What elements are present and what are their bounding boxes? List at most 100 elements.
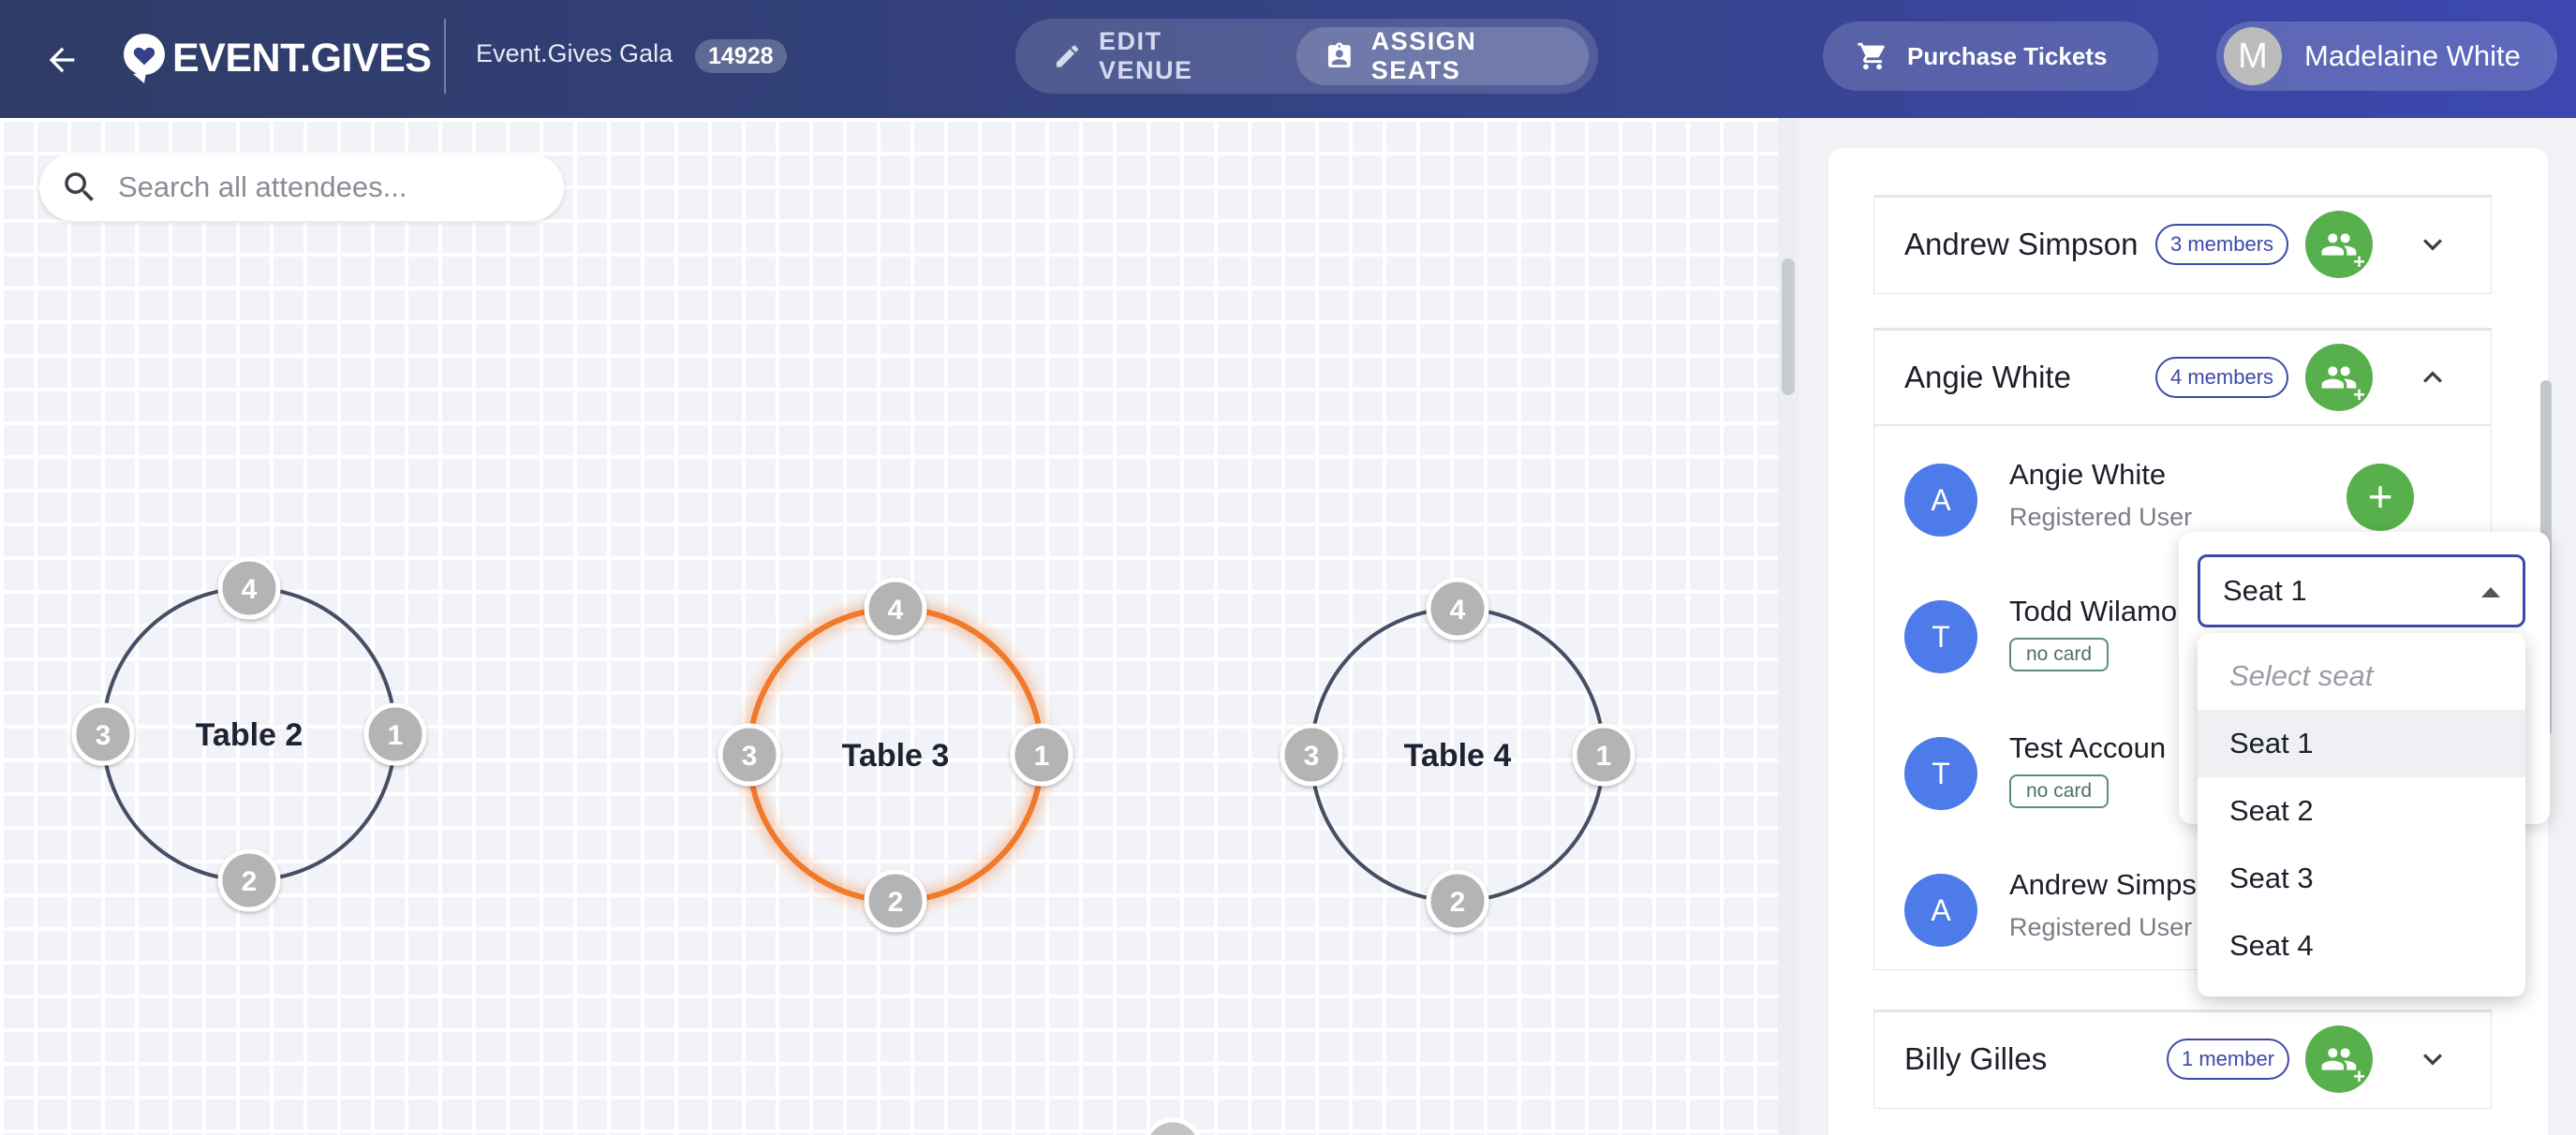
chevron-up-icon (2423, 371, 2442, 383)
seat-4[interactable]: 4 (864, 577, 927, 641)
member-avatar: T (1904, 737, 1977, 810)
group-header[interactable]: Andrew Simpson 3 members + (1874, 198, 2491, 291)
edit-venue-button[interactable]: EDIT VENUE (1025, 27, 1278, 85)
collapse-group-button[interactable] (2406, 351, 2459, 404)
top-bar: EVENT.GIVES Event.Gives Gala 14928 EDIT … (0, 0, 2576, 118)
member-role: Registered User (2009, 913, 2193, 941)
members-badge: 1 member (2167, 1039, 2290, 1080)
add-group-button[interactable]: + (2305, 1025, 2373, 1093)
table-label: Table 2 (196, 717, 303, 753)
seat-1[interactable]: 1 (1572, 723, 1636, 787)
group-header[interactable]: Angie White 4 members + (1874, 331, 2491, 424)
seat-1[interactable]: 1 (363, 702, 427, 766)
pencil-icon (1056, 45, 1079, 67)
heart-pin-icon (124, 34, 165, 83)
plus-icon: + (2353, 1065, 2365, 1088)
event-id-badge: 14928 (695, 39, 787, 73)
seat-option-3[interactable]: Seat 3 (2198, 845, 2525, 912)
seat-number: 1 (1596, 741, 1612, 772)
assign-seat-button[interactable]: + (2347, 464, 2414, 531)
seat-number: 1 (1034, 741, 1050, 772)
group-name: Angie White (1904, 360, 2071, 394)
no-card-badge: no card (2009, 774, 2110, 808)
member-name: Andrew Simps (2009, 868, 2197, 901)
seat-dropdown: Select seat Seat 1 Seat 2 Seat 3 Seat 4 (2198, 633, 2525, 996)
expand-group-button[interactable] (2406, 1033, 2459, 1085)
canvas-scrollbar[interactable] (1782, 258, 1795, 395)
logo-text: EVENT.GIVES (172, 35, 432, 81)
clipboard-person-icon (1327, 42, 1351, 67)
member-role: Registered User (2009, 503, 2193, 531)
group-card: Andrew Simpson 3 members + (1873, 195, 2492, 294)
seat-option-2[interactable]: Seat 2 (2198, 777, 2525, 845)
group-add-icon (2321, 366, 2357, 389)
seat-number: 2 (888, 887, 904, 918)
caret-up-icon (2481, 587, 2500, 597)
chevron-down-icon (2423, 1054, 2442, 1066)
plus-icon: + (2353, 383, 2365, 406)
seat-option-1[interactable]: Seat 1 (2198, 710, 2525, 777)
seat-4[interactable]: 4 (1426, 577, 1489, 641)
group-divider (1874, 424, 2491, 426)
seating-tables: Table 2 1 2 3 4 Table 3 1 2 3 4 Table 4 1 2 3 4 (0, 118, 1782, 1135)
seat-2[interactable]: 2 (217, 848, 281, 912)
logo: EVENT.GIVES (122, 28, 432, 88)
purchase-tickets-label: Purchase Tickets (1907, 41, 2108, 70)
seat-2[interactable]: 2 (864, 869, 927, 933)
seat-number: 2 (242, 866, 258, 897)
seat-number: 4 (888, 595, 904, 626)
header-divider (444, 19, 446, 94)
assign-seats-label: ASSIGN SEATS (1370, 27, 1477, 84)
seating-table[interactable]: Table 4 1 2 3 4 (1280, 577, 1636, 933)
member-avatar: A (1904, 874, 1977, 947)
edit-venue-label: EDIT VENUE (1098, 27, 1193, 84)
seat-4[interactable]: 4 (217, 556, 281, 620)
arrow-left-icon (49, 47, 75, 73)
tables-layer: Table 2 1 2 3 4 Table 3 1 2 3 4 Table 4 1 2 3 4 (71, 556, 1636, 1135)
member-name: Todd Wilamo (2009, 595, 2178, 627)
member-name: Test Accoun (2009, 731, 2167, 764)
partial-seat (1145, 1117, 1201, 1135)
member-avatar: A (1904, 464, 1977, 537)
seating-table[interactable]: Table 3 1 2 3 4 (718, 577, 1073, 933)
seat-3[interactable]: 3 (1280, 723, 1343, 787)
seat-number: 3 (742, 741, 758, 772)
seat-number: 2 (1450, 887, 1466, 918)
group-add-icon (2321, 233, 2357, 256)
purchase-tickets-button[interactable]: Purchase Tickets (1823, 22, 2158, 91)
seating-table[interactable]: Table 2 1 2 3 4 (71, 556, 427, 912)
seat-option-4[interactable]: Seat 4 (2198, 912, 2525, 980)
add-group-button[interactable]: + (2305, 344, 2373, 411)
mode-switch: EDIT VENUE ASSIGN SEATS (1015, 19, 1598, 94)
member-name: Angie White (2009, 458, 2167, 491)
seat-3[interactable]: 3 (71, 702, 135, 766)
group-card: Billy Gilles 1 member + (1873, 1010, 2492, 1109)
user-menu[interactable]: M Madelaine White (2216, 22, 2557, 91)
avatar: M (2224, 27, 2282, 85)
seat-select-value: Seat 1 (2223, 574, 2307, 607)
seat-number: 4 (242, 574, 258, 605)
seat-number: 3 (96, 720, 111, 751)
no-card-badge: no card (2009, 638, 2110, 671)
add-group-button[interactable]: + (2305, 211, 2373, 278)
seat-number: 1 (388, 720, 404, 751)
chevron-down-icon (2423, 239, 2442, 251)
group-name: Andrew Simpson (1904, 227, 2139, 261)
seat-number: 3 (1304, 741, 1320, 772)
group-header[interactable]: Billy Gilles 1 member + (1874, 1012, 2491, 1106)
seat-2[interactable]: 2 (1426, 869, 1489, 933)
assign-seats-button[interactable]: ASSIGN SEATS (1296, 27, 1589, 85)
seat-1[interactable]: 1 (1010, 723, 1073, 787)
group-name: Billy Gilles (1904, 1041, 2048, 1076)
back-button[interactable] (34, 32, 90, 88)
plus-icon: + (2353, 250, 2365, 273)
table-label: Table 3 (842, 738, 950, 774)
members-badge: 4 members (2155, 357, 2289, 398)
seat-3[interactable]: 3 (718, 723, 781, 787)
seat-option-placeholder[interactable]: Select seat (2198, 642, 2525, 710)
cart-icon (1858, 42, 1885, 70)
event-name: Event.Gives Gala (476, 39, 674, 67)
members-badge: 3 members (2155, 224, 2289, 265)
seat-select[interactable]: Seat 1 (2198, 554, 2525, 627)
expand-group-button[interactable] (2406, 218, 2459, 271)
